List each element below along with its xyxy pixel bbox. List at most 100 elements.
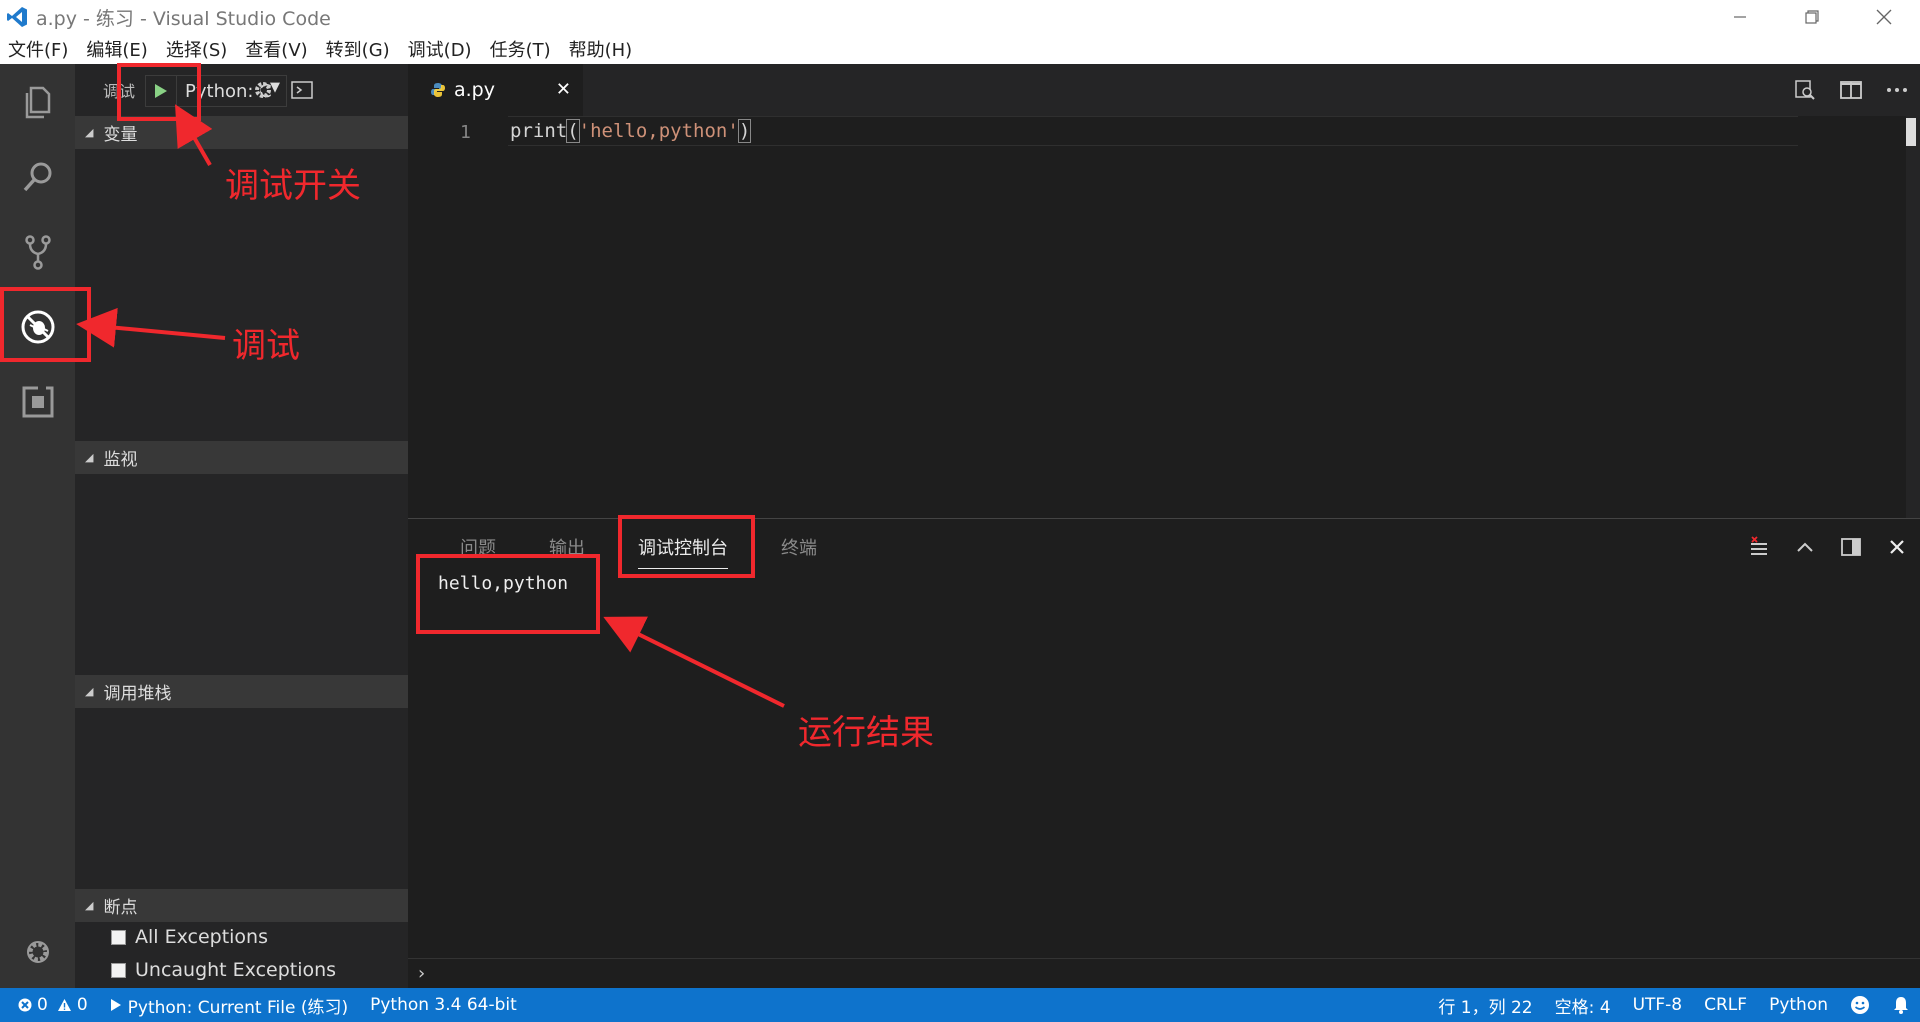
section-watch-label: 监视 <box>103 450 138 470</box>
annotation-text-toggle: 调试开关 <box>225 166 361 206</box>
section-callstack[interactable]: ◢ 调用堆栈 <box>75 675 408 708</box>
annotation-text-debug: 调试 <box>232 326 300 366</box>
problems-status[interactable]: 0 0 <box>18 995 88 1015</box>
activity-search[interactable] <box>0 139 75 214</box>
breakpoint-uncaught-exceptions[interactable]: Uncaught Exceptions <box>111 959 336 981</box>
menu-view[interactable]: 查看(V) <box>245 36 307 62</box>
close-window-button[interactable] <box>1848 0 1920 34</box>
indentation-status[interactable]: 空格: 4 <box>1555 993 1611 1018</box>
clear-console-button[interactable] <box>1736 536 1782 558</box>
activity-manage[interactable] <box>0 914 75 989</box>
code-editor[interactable]: 1 print('hello,python') <box>408 116 1920 518</box>
python-file-icon <box>431 83 445 97</box>
breakpoint-label: All Exceptions <box>135 926 268 948</box>
close-icon <box>1876 9 1892 25</box>
section-watch[interactable]: ◢ 监视 <box>75 441 408 474</box>
gear-icon <box>255 82 271 98</box>
vscode-logo-icon <box>0 0 34 34</box>
section-breakpoints-label: 断点 <box>103 898 138 918</box>
minimize-icon <box>1734 16 1746 18</box>
restore-icon <box>1805 10 1819 24</box>
search-icon <box>23 162 51 191</box>
play-icon <box>110 999 121 1011</box>
title-bar: a.py - 练习 - Visual Studio Code <box>0 0 1920 34</box>
breakpoint-all-exceptions[interactable]: All Exceptions <box>111 926 268 948</box>
extensions-icon <box>22 383 53 417</box>
editor-tabs: a.py ✕ <box>408 64 1920 116</box>
encoding-status[interactable]: UTF-8 <box>1633 995 1683 1015</box>
code-line[interactable]: print('hello,python') <box>510 119 752 143</box>
clear-console-icon <box>1751 536 1767 555</box>
debug-console-toggle[interactable] <box>289 78 315 102</box>
annotation-box-debug-toggle <box>117 63 201 121</box>
close-tab-icon[interactable]: ✕ <box>556 79 571 100</box>
code-function: print <box>510 120 568 142</box>
ellipsis-icon <box>1887 88 1907 92</box>
minimize-button[interactable] <box>1704 0 1776 34</box>
triangle-down-icon: ◢ <box>85 899 94 912</box>
section-variables-label: 变量 <box>103 125 138 145</box>
editor-scrollbar-thumb[interactable] <box>1906 118 1916 146</box>
debug-config-label: Python: Current File (练习) <box>127 997 349 1018</box>
feedback-smiley-icon[interactable] <box>1850 995 1870 1015</box>
maximize-panel-button[interactable] <box>1782 541 1828 553</box>
tab-label: a.py <box>454 79 495 101</box>
activity-extensions[interactable] <box>0 364 75 439</box>
toggle-panel-position-button[interactable] <box>1828 538 1874 556</box>
cursor-position[interactable]: 行 1，列 22 <box>1438 993 1532 1018</box>
language-status[interactable]: Python <box>1769 995 1828 1015</box>
eol-status[interactable]: CRLF <box>1704 995 1747 1015</box>
repl-input[interactable]: › <box>408 958 1920 988</box>
triangle-down-icon: ◢ <box>85 126 94 139</box>
menu-file[interactable]: 文件(F) <box>8 36 68 62</box>
menu-selection[interactable]: 选择(S) <box>166 36 227 62</box>
restore-button[interactable] <box>1776 0 1848 34</box>
repl-prompt-icon: › <box>418 963 426 984</box>
activity-bar <box>0 64 75 988</box>
bottom-panel: 问题 输出 调试控制台 终端 hello,python › <box>408 518 1920 988</box>
annotation-box-output <box>416 554 600 634</box>
terminal-icon <box>291 81 313 99</box>
menu-edit[interactable]: 编辑(E) <box>86 36 147 62</box>
section-breakpoints[interactable]: ◢ 断点 <box>75 889 408 922</box>
code-string: 'hello,python' <box>578 120 739 142</box>
close-panel-button[interactable] <box>1874 540 1920 554</box>
warning-icon <box>57 999 71 1011</box>
annotation-text-result: 运行结果 <box>798 713 934 753</box>
warning-count: 0 <box>76 995 88 1015</box>
menu-go[interactable]: 转到(G) <box>326 36 390 62</box>
tab-terminal[interactable]: 终端 <box>781 534 817 560</box>
code-close-paren: ) <box>737 119 752 143</box>
checkbox[interactable] <box>111 929 126 945</box>
files-icon <box>25 86 50 118</box>
code-open-paren: ( <box>566 119 580 143</box>
debug-settings-button[interactable] <box>250 78 276 102</box>
open-changes-button[interactable] <box>1782 79 1828 101</box>
interpreter-status[interactable]: Python 3.4 64-bit <box>370 995 517 1015</box>
activity-explorer[interactable] <box>0 64 75 139</box>
error-count: 0 <box>37 995 48 1015</box>
split-editor-button[interactable] <box>1828 80 1874 100</box>
status-bar: 0 0 Python: Current File (练习) Python 3.4… <box>0 988 1920 1022</box>
error-icon <box>18 998 32 1012</box>
split-editor-icon <box>1840 81 1862 99</box>
close-icon <box>1890 540 1904 554</box>
more-actions-button[interactable] <box>1874 87 1920 93</box>
chevron-up-icon <box>1797 542 1813 552</box>
checkbox[interactable] <box>111 962 126 978</box>
notifications-bell-icon[interactable] <box>1892 995 1910 1015</box>
preview-search-icon <box>1795 80 1815 100</box>
window-title: a.py - 练习 - Visual Studio Code <box>36 7 331 30</box>
editor-scrollbar-track <box>1906 116 1920 518</box>
tab-a-py[interactable]: a.py ✕ <box>408 64 583 116</box>
menu-tasks[interactable]: 任务(T) <box>490 36 551 62</box>
menu-help[interactable]: 帮助(H) <box>569 36 633 62</box>
debug-config-status[interactable]: Python: Current File (练习) <box>110 993 348 1018</box>
source-control-icon <box>24 234 51 270</box>
line-number: 1 <box>460 122 471 143</box>
menu-debug[interactable]: 调试(D) <box>408 36 472 62</box>
panel-right-icon <box>1841 538 1861 556</box>
menu-bar: 文件(F) 编辑(E) 选择(S) 查看(V) 转到(G) 调试(D) 任务(T… <box>0 34 1920 64</box>
breakpoint-label: Uncaught Exceptions <box>135 959 337 981</box>
activity-source-control[interactable] <box>0 214 75 289</box>
